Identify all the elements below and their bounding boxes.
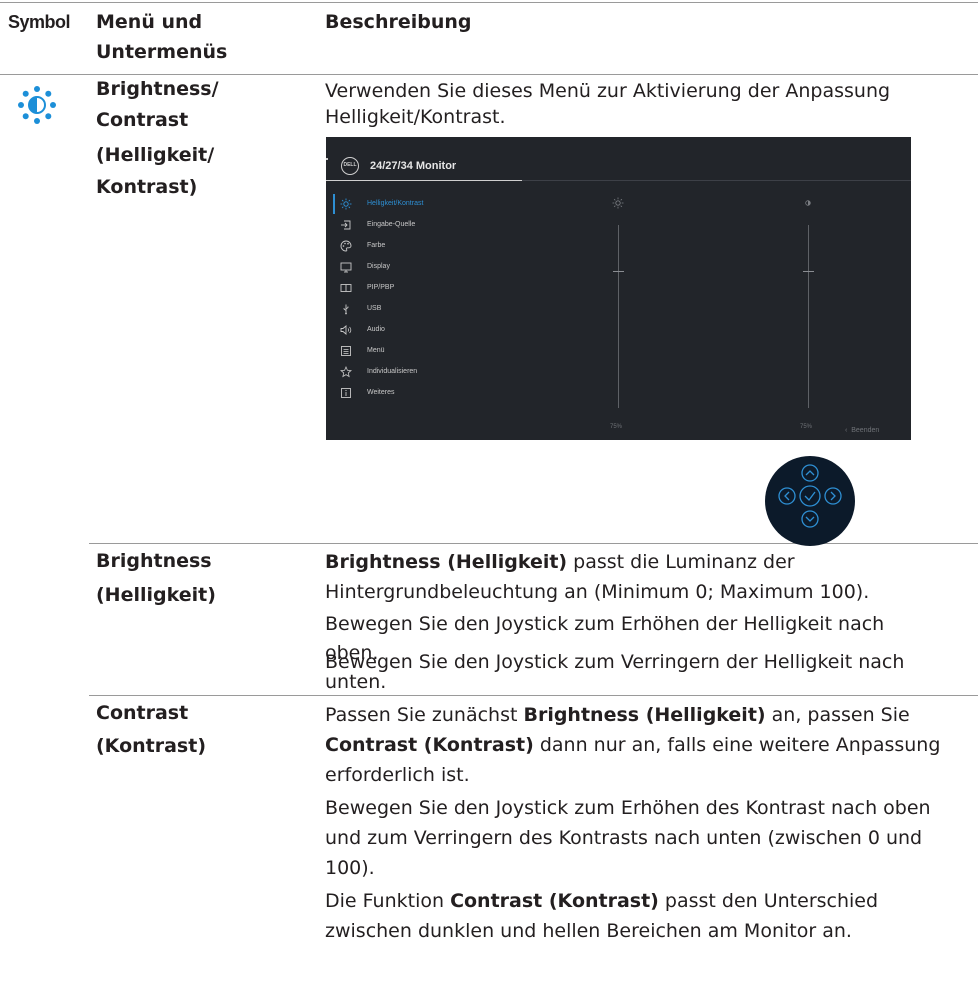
osd-menu-item-audio[interactable]: Audio <box>326 320 526 340</box>
menu-name-line: Brightness/ <box>96 78 219 100</box>
osd-menu-label: Display <box>367 263 390 270</box>
osd-title: 24/27/34 Monitor <box>370 160 457 172</box>
osd-menu-item-usb[interactable]: USB <box>326 299 526 319</box>
osd-menu-label: Helligkeit/Kontrast <box>367 200 424 207</box>
osd-menu-label: Menü <box>367 347 385 354</box>
osd-menu-item-pip-pbp[interactable]: PIP/PBP <box>326 278 526 298</box>
osd-menu-item-display[interactable]: Display <box>326 257 526 277</box>
brightness-desc-line: Brightness (Helligkeit) passt die Lumina… <box>325 547 795 577</box>
contrast-icon <box>805 200 811 206</box>
osd-title-underline <box>326 180 522 181</box>
usb-icon <box>343 304 349 315</box>
palette-icon <box>340 240 352 252</box>
header-menu-line2: Untermenüs <box>96 41 228 63</box>
speaker-icon <box>340 325 352 335</box>
brightness-contrast-icon <box>18 86 56 124</box>
osd-menu-label: Eingabe-Quelle <box>367 221 416 228</box>
brightness-slider-handle[interactable] <box>613 270 624 272</box>
brightness-desc-line: Bewegen Sie den Joystick zum Erhöhen der… <box>325 613 885 635</box>
osd-screenshot: DELL 24/27/34 Monitor Helligkeit/Kontras… <box>326 137 911 440</box>
osd-menu-label: Audio <box>367 326 385 333</box>
contrast-slider-track[interactable] <box>808 225 809 408</box>
osd-menu-label: Farbe <box>367 242 386 249</box>
submenu-name-line: Contrast <box>96 702 189 724</box>
text-run: Passen Sie zunächst <box>325 704 524 726</box>
exit-label: Beenden <box>851 427 880 434</box>
star-icon <box>340 366 352 378</box>
pip-icon <box>340 284 352 292</box>
submenu-name-line: (Helligkeit) <box>96 584 216 606</box>
osd-menu-item-brightness-contrast[interactable]: Helligkeit/Kontrast <box>326 194 526 214</box>
brightness-desc-line: unten. <box>325 671 387 693</box>
osd-menu-label: Weiteres <box>367 389 395 396</box>
osd-menu-label: PIP/PBP <box>367 284 395 291</box>
info-icon <box>341 388 351 398</box>
header-menu: Menü und <box>96 11 203 33</box>
contrast-desc-line: und zum Verringern des Kontrasts nach un… <box>325 827 923 849</box>
text-run: dann nur an, falls eine weitere Anpassun… <box>533 734 941 756</box>
submenu-name-line: Brightness <box>96 550 212 572</box>
contrast-desc-line: zwischen dunklen und hellen Bereichen am… <box>325 920 852 942</box>
osd-menu-item-others[interactable]: Weiteres <box>326 383 526 403</box>
contrast-desc-line: Contrast (Kontrast) dann nur an, falls e… <box>325 730 940 760</box>
osd-menu-label: Individualisieren <box>367 368 418 375</box>
contrast-desc-line: Bewegen Sie den Joystick zum Erhöhen des… <box>325 797 931 819</box>
exit-button[interactable]: ‹ Beenden <box>845 426 879 436</box>
sun-icon <box>612 197 624 209</box>
brightness-desc-line: Hintergrundbeleuchtung an (Minimum 0; Ma… <box>325 581 870 603</box>
joystick-graphic <box>765 456 855 546</box>
text-run: passt den Unterschied <box>658 890 879 912</box>
monitor-icon <box>340 262 352 273</box>
osd-menu-item-input-source[interactable]: Eingabe-Quelle <box>326 215 526 235</box>
table-top-rule <box>0 2 978 3</box>
brightness-desc-line: Bewegen Sie den Joystick zum Verringern … <box>325 651 905 673</box>
contrast-slider-handle[interactable] <box>803 270 814 272</box>
joystick-icon <box>778 464 842 528</box>
sun-icon <box>340 198 352 210</box>
header-description: Beschreibung <box>325 11 472 33</box>
bold-term: Brightness (Helligkeit) <box>523 704 766 726</box>
osd-menu-item-menu[interactable]: Menü <box>326 341 526 361</box>
input-icon <box>341 220 351 230</box>
dell-logo: DELL <box>341 157 359 175</box>
brightness-slider-track[interactable] <box>618 225 619 408</box>
contrast-value: 75% <box>800 424 813 430</box>
text-run: Die Funktion <box>325 890 451 912</box>
submenu-name-line: (Kontrast) <box>96 735 207 757</box>
contrast-desc-line: erforderlich ist. <box>325 764 470 786</box>
menu-name-line: Contrast <box>96 109 189 131</box>
bold-term: Brightness (Helligkeit) <box>325 551 568 573</box>
osd-menu-item-personalize[interactable]: Individualisieren <box>326 362 526 382</box>
menu-name-line: (Helligkeit/ <box>96 144 215 166</box>
header-symbol: Symbol <box>8 12 71 32</box>
text-run: passt die Luminanz der <box>567 551 795 573</box>
osd-separator <box>522 180 911 181</box>
bold-term: Contrast (Kontrast) <box>325 734 534 756</box>
brightness-value: 75% <box>610 424 623 430</box>
row-rule-2 <box>89 695 978 696</box>
contrast-desc-line: 100). <box>325 857 375 879</box>
contrast-desc-line: Die Funktion Contrast (Kontrast) passt d… <box>325 886 878 916</box>
menu-name-line: Kontrast) <box>96 176 198 198</box>
osd-menu-item-color[interactable]: Farbe <box>326 236 526 256</box>
menu-icon <box>341 346 351 356</box>
text-run: an, passen Sie <box>765 704 910 726</box>
description-line: Helligkeit/Kontrast. <box>325 106 506 128</box>
bold-term: Contrast (Kontrast) <box>450 890 659 912</box>
osd-menu-label: USB <box>367 305 382 312</box>
contrast-desc-line: Passen Sie zunächst Brightness (Helligke… <box>325 700 910 730</box>
osd-dot <box>326 158 328 160</box>
